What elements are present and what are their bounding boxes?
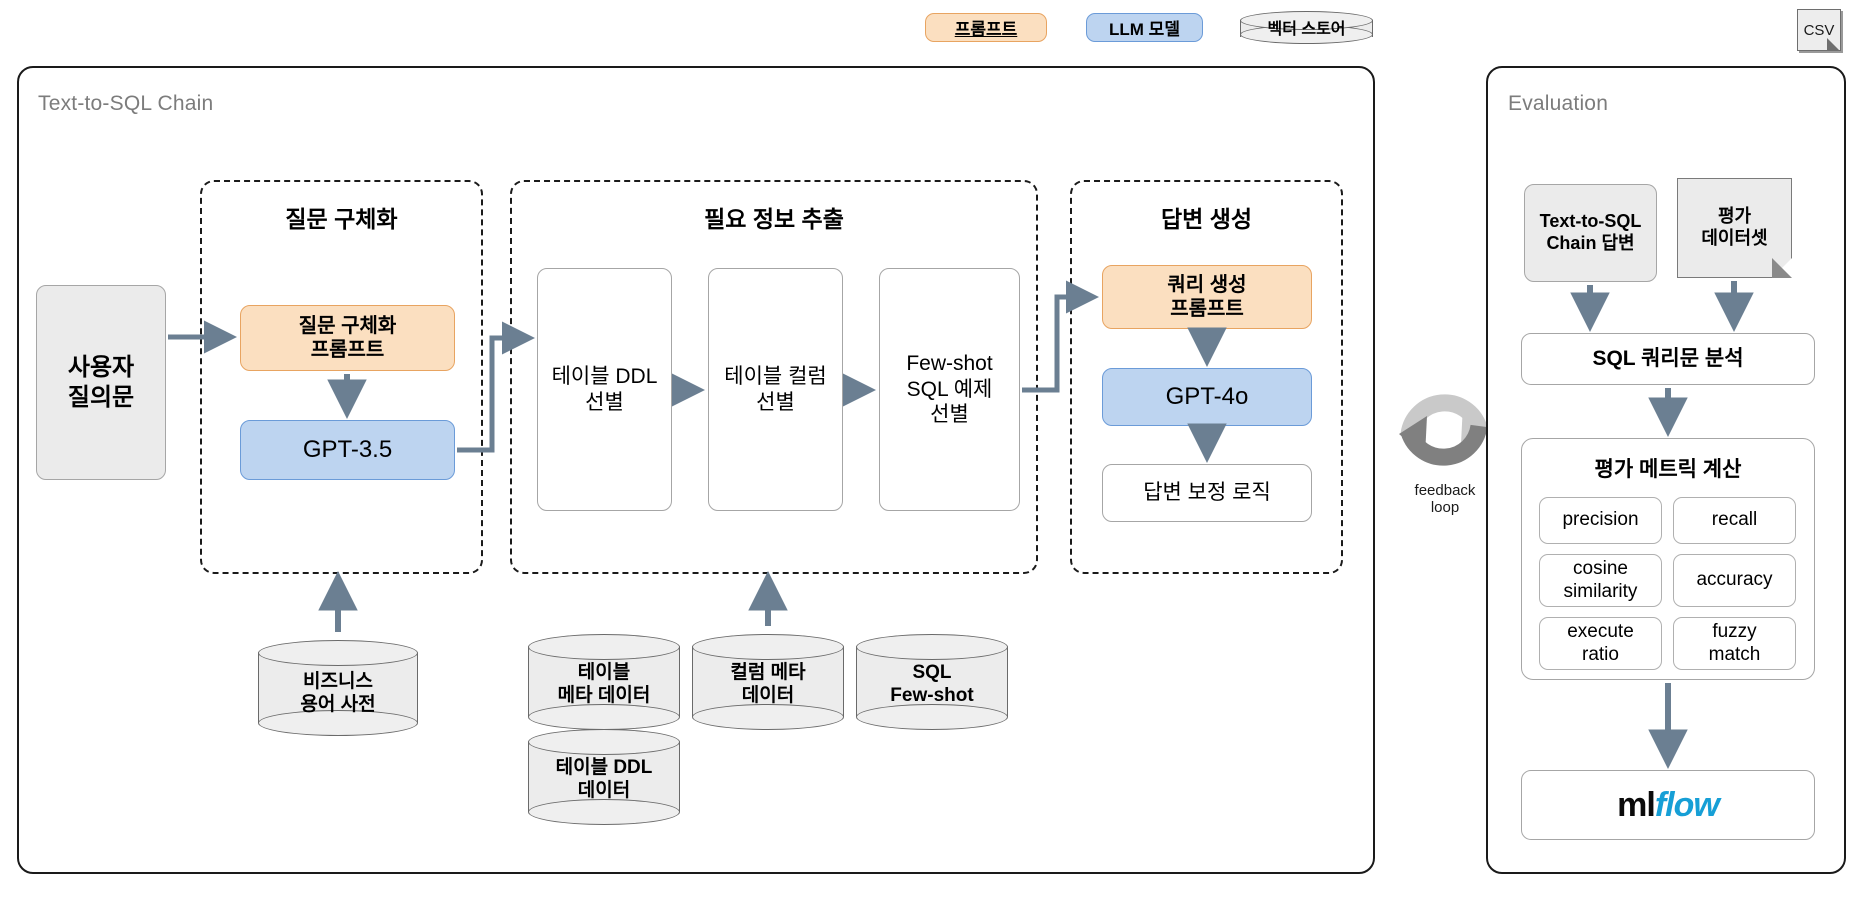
store-label: 테이블 메타 데이터: [557, 662, 651, 706]
evaluation-connectors: [1570, 281, 1754, 770]
diagram-canvas: 프롬프트 LLM 모델 벡터 스토어 CSV Text-to-SQL Chain…: [0, 0, 1862, 898]
store-label: 테이블 DDL 데이터: [555, 757, 653, 801]
legend-label-vector-store: 벡터 스토어: [1267, 21, 1346, 38]
store-label: 컬럼 메타 데이터: [730, 662, 806, 706]
store-label: 비즈니스 용어 사전: [300, 671, 376, 715]
store-label: SQL Few-shot: [890, 662, 974, 706]
